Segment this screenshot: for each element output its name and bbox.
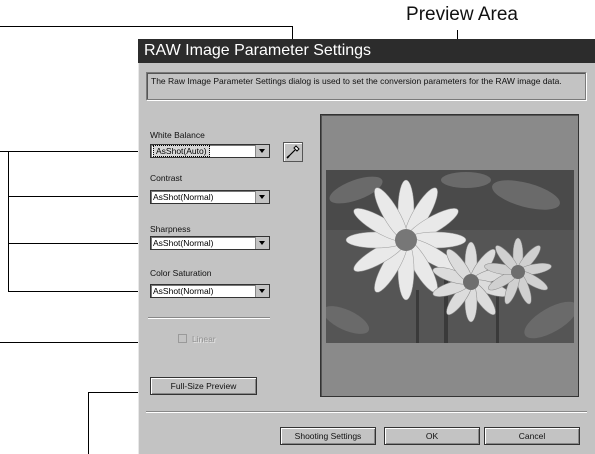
preview-area-callout: Preview Area [406,4,518,25]
color-saturation-select[interactable]: AsShot(Normal) [150,284,270,298]
full-size-preview-button[interactable]: Full-Size Preview [150,377,257,395]
eyedropper-icon [286,145,300,159]
sharpness-value: AsShot(Normal) [153,238,214,248]
chevron-down-icon[interactable] [255,285,269,297]
raw-image-parameter-dialog: RAW Image Parameter Settings The Raw Ima… [138,39,595,454]
contrast-value: AsShot(Normal) [153,192,214,202]
chevron-down-icon[interactable] [255,191,269,203]
white-balance-label: White Balance [150,130,205,140]
cancel-button[interactable]: Cancel [484,427,580,445]
preview-image [326,170,574,343]
dialog-title: RAW Image Parameter Settings [138,39,595,63]
divider [148,317,270,319]
divider [146,411,587,413]
sharpness-label: Sharpness [150,224,191,234]
linear-checkbox[interactable] [178,334,187,343]
contrast-label: Contrast [150,173,183,183]
color-saturation-label: Color Saturation [150,268,212,278]
ok-button[interactable]: OK [384,427,480,445]
linear-label: Linear [192,334,216,344]
eyedropper-button[interactable] [283,142,303,162]
contrast-select[interactable]: AsShot(Normal) [150,190,270,204]
white-balance-value: AsShot(Auto) [153,145,210,157]
color-saturation-value: AsShot(Normal) [153,286,214,296]
chevron-down-icon[interactable] [255,145,269,157]
dialog-description: The Raw Image Parameter Settings dialog … [146,72,586,100]
preview-area [320,114,579,397]
shooting-settings-button[interactable]: Shooting Settings [280,427,376,445]
chevron-down-icon[interactable] [255,237,269,249]
white-balance-select[interactable]: AsShot(Auto) [150,144,270,158]
sharpness-select[interactable]: AsShot(Normal) [150,236,270,250]
